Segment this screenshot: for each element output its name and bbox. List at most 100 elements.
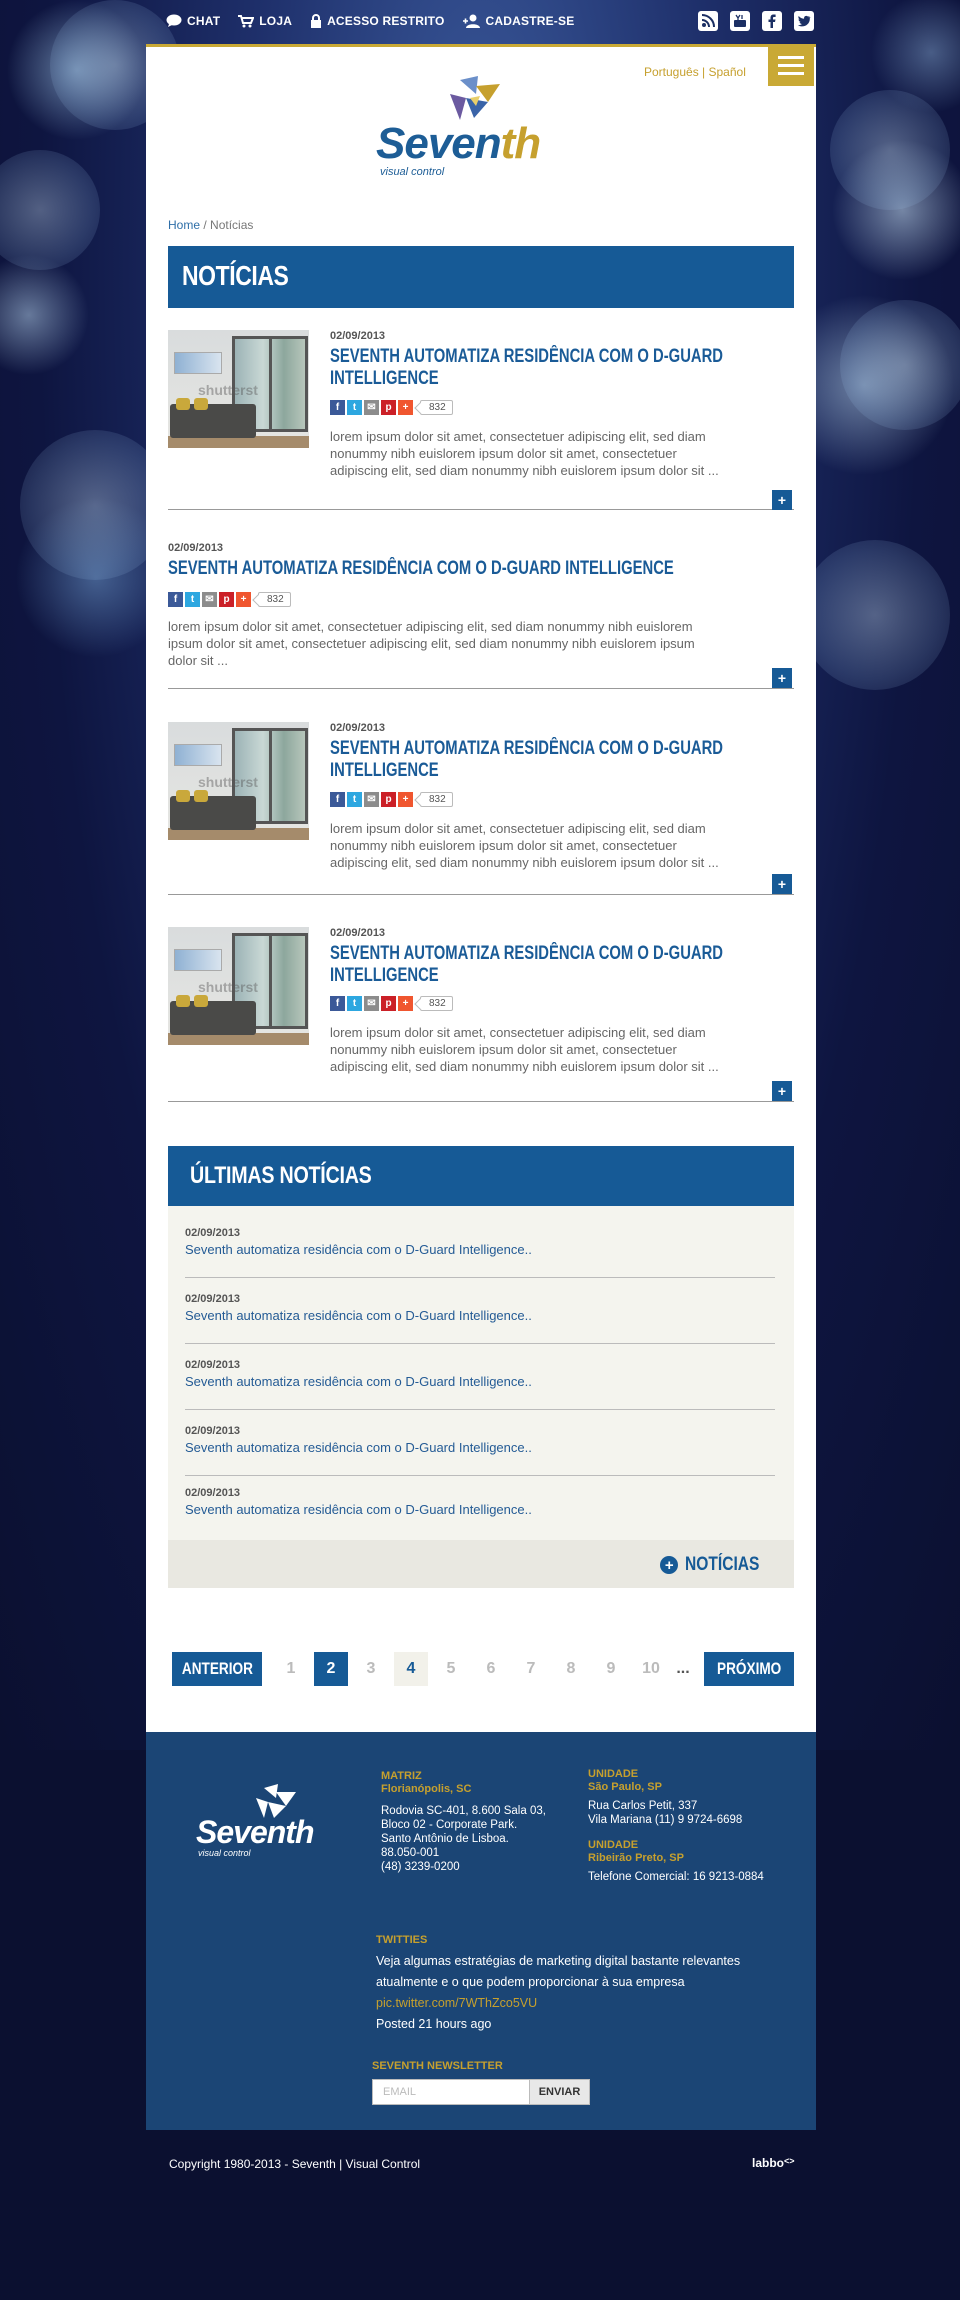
pinterest-icon[interactable]: p [381, 996, 396, 1011]
previous-label: ANTERIOR [181, 1659, 253, 1678]
breadcrumb-home-link[interactable]: Home [168, 218, 200, 232]
page-8[interactable]: 8 [554, 1652, 588, 1686]
hamburger-menu-button[interactable] [768, 44, 814, 86]
read-more-button[interactable]: + [772, 668, 792, 688]
divider [185, 1343, 775, 1344]
facebook-icon[interactable]: f [330, 400, 345, 415]
read-more-button[interactable]: + [772, 874, 792, 894]
list-item-date: 02/09/2013 [185, 1359, 241, 1371]
email-icon[interactable]: ✉ [364, 996, 379, 1011]
news-thumbnail[interactable]: shutterst [168, 722, 309, 840]
more-share-icon[interactable]: + [398, 792, 413, 807]
page-2-current[interactable]: 2 [314, 1652, 348, 1686]
divider [168, 894, 794, 895]
twitter-feed: TWITTIES Veja algumas estratégias de mar… [376, 1934, 776, 2035]
list-item-title[interactable]: Seventh automatiza residência com o D-Gu… [185, 1502, 775, 1517]
list-item-title[interactable]: Seventh automatiza residência com o D-Gu… [185, 1374, 775, 1389]
excerpt-line: nonummy nibh euislorem ipsum dolor sit a… [330, 446, 677, 461]
news-excerpt: lorem ipsum dolor sit amet, consectetuer… [330, 428, 719, 479]
twitter-icon[interactable] [794, 11, 814, 31]
news-title[interactable]: SEVENTH AUTOMATIZA RESIDÊNCIA COM O D-GU… [168, 558, 674, 580]
pinterest-icon[interactable]: p [381, 792, 396, 807]
more-share-icon[interactable]: + [236, 592, 251, 607]
list-item-title[interactable]: Seventh automatiza residência com o D-Gu… [185, 1308, 775, 1323]
news-title[interactable]: SEVENTH AUTOMATIZA RESIDÊNCIA COM O D-GU… [330, 943, 723, 987]
email-icon[interactable]: ✉ [364, 400, 379, 415]
agency-credit-link[interactable]: labbo<> [752, 2156, 795, 2170]
pinterest-icon[interactable]: p [381, 400, 396, 415]
list-item[interactable]: 02/09/2013 Seventh automatiza residência… [185, 1359, 775, 1389]
excerpt-line: dolor sit ... [168, 653, 228, 668]
page-5[interactable]: 5 [434, 1652, 468, 1686]
facebook-icon[interactable] [762, 11, 782, 31]
pinterest-icon[interactable]: p [219, 592, 234, 607]
news-item: shutterst 02/09/2013 SEVENTH AUTOMATIZA … [168, 722, 794, 896]
news-date: 02/09/2013 [330, 722, 386, 734]
email-icon[interactable]: ✉ [202, 592, 217, 607]
seventh-logo[interactable]: Seventh visual control [376, 74, 572, 180]
read-more-button[interactable]: + [772, 490, 792, 510]
next-label: PRÓXIMO [716, 1659, 782, 1678]
lang-portugues-link[interactable]: Português [644, 65, 699, 79]
page-9[interactable]: 9 [594, 1652, 628, 1686]
previous-page-button[interactable]: ANTERIOR [172, 1652, 262, 1686]
matriz-city: Florianópolis, SC [381, 1783, 472, 1795]
newsletter-email-input[interactable]: EMAIL [372, 2079, 530, 2105]
facebook-icon[interactable]: f [330, 996, 345, 1011]
list-item-title[interactable]: Seventh automatiza residência com o D-Gu… [185, 1242, 775, 1257]
twitter-icon[interactable]: t [185, 592, 200, 607]
tweet-link[interactable]: pic.twitter.com/7WThZco5VU [376, 1993, 776, 2014]
address-line: Rodovia SC-401, 8.600 Sala 03, [381, 1805, 546, 1817]
page-10[interactable]: 10 [634, 1652, 668, 1686]
twitter-icon[interactable]: t [347, 792, 362, 807]
footer-logo[interactable]: Seventh visual control [196, 1784, 346, 1864]
list-item[interactable]: 02/09/2013 Seventh automatiza residência… [185, 1293, 775, 1323]
page-7[interactable]: 7 [514, 1652, 548, 1686]
tweet-timestamp: Posted 21 hours ago [376, 2017, 492, 2031]
email-icon[interactable]: ✉ [364, 792, 379, 807]
list-item-title[interactable]: Seventh automatiza residência com o D-Gu… [185, 1440, 775, 1455]
chat-link[interactable]: CHAT [166, 14, 220, 28]
news-thumbnail[interactable]: shutterst [168, 330, 309, 448]
social-links [698, 11, 814, 31]
language-switcher: Português | Spañol [644, 65, 746, 79]
acesso-label: ACESSO RESTRITO [327, 14, 445, 28]
logo-wordmark: Seventh [376, 122, 541, 166]
all-news-link[interactable]: + NOTÍCIAS [660, 1554, 776, 1576]
pagination: ANTERIOR 1 2 3 4 5 6 7 8 9 10 ... PRÓXIM… [168, 1652, 794, 1686]
page-4[interactable]: 4 [394, 1652, 428, 1686]
acesso-restrito-link[interactable]: ACESSO RESTRITO [310, 14, 444, 28]
youtube-icon[interactable] [730, 11, 750, 31]
list-item[interactable]: 02/09/2013 Seventh automatiza residência… [185, 1487, 775, 1517]
rss-icon[interactable] [698, 11, 718, 31]
news-title-line: INTELLIGENCE [330, 965, 439, 986]
facebook-icon[interactable]: f [330, 792, 345, 807]
excerpt-line: adipiscing elit, sed diam nonummy nibh e… [330, 1059, 719, 1074]
twitter-icon[interactable]: t [347, 400, 362, 415]
page-6[interactable]: 6 [474, 1652, 508, 1686]
list-item[interactable]: 02/09/2013 Seventh automatiza residência… [185, 1425, 775, 1455]
twitties-heading: TWITTIES [376, 1934, 428, 1946]
news-thumbnail[interactable]: shutterst [168, 927, 309, 1045]
page-3[interactable]: 3 [354, 1652, 388, 1686]
newsletter-submit-button[interactable]: ENVIAR [530, 2079, 590, 2105]
all-news-label: NOTÍCIAS [685, 1554, 760, 1575]
read-more-button[interactable]: + [772, 1081, 792, 1101]
top-bar: CHAT LOJA ACESSO RESTRITO CADASTRE-SE [160, 8, 814, 38]
excerpt-line: ipsum dolor sit amet, consectetuer adipi… [168, 636, 695, 651]
cadastre-link[interactable]: CADASTRE-SE [462, 14, 575, 28]
news-title[interactable]: SEVENTH AUTOMATIZA RESIDÊNCIA COM O D-GU… [330, 738, 723, 782]
more-share-icon[interactable]: + [398, 996, 413, 1011]
page-title: NOTÍCIAS [182, 260, 289, 291]
more-share-icon[interactable]: + [398, 400, 413, 415]
page-1[interactable]: 1 [274, 1652, 308, 1686]
facebook-icon[interactable]: f [168, 592, 183, 607]
share-bar: f t ✉ p + 832 [168, 592, 291, 607]
lang-espanol-link[interactable]: Spañol [709, 65, 746, 79]
list-item[interactable]: 02/09/2013 Seventh automatiza residência… [185, 1227, 775, 1257]
twitter-icon[interactable]: t [347, 996, 362, 1011]
lang-separator: | [698, 65, 709, 79]
news-title[interactable]: SEVENTH AUTOMATIZA RESIDÊNCIA COM O D-GU… [330, 346, 723, 390]
next-page-button[interactable]: PRÓXIMO [704, 1652, 794, 1686]
loja-link[interactable]: LOJA [238, 14, 292, 28]
